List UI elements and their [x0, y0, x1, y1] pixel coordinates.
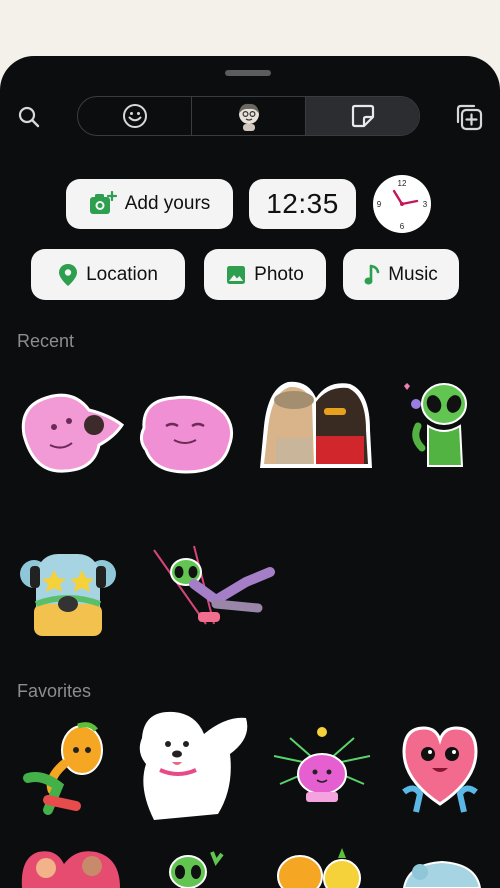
photo-sticker[interactable]: Photo	[204, 249, 326, 300]
location-label: Location	[86, 263, 158, 285]
search-icon	[18, 106, 40, 128]
sticker-pink-blob-2[interactable]	[134, 388, 238, 478]
camera-plus-icon	[89, 191, 117, 214]
clock-sticker[interactable]: 12 3 6 9	[373, 175, 431, 233]
sticker-alien-swing[interactable]	[146, 542, 276, 632]
sticker-alien-wave[interactable]	[398, 376, 480, 472]
sticker-fruit-friends[interactable]	[272, 848, 368, 888]
photo-icon	[227, 265, 246, 284]
clock-label-3: 3	[423, 200, 428, 209]
sticker-koala-headphones[interactable]	[12, 544, 124, 640]
time-sticker[interactable]: 12:35	[249, 179, 356, 229]
smiley-icon	[122, 104, 147, 128]
drag-handle[interactable]	[225, 70, 271, 76]
sticker-pink-blob-1[interactable]	[14, 385, 126, 477]
pink-blob-sticker-art	[21, 393, 125, 473]
clock-label-12: 12	[398, 179, 407, 188]
music-sticker[interactable]: Music	[343, 249, 459, 300]
sticker-alien-peace[interactable]	[154, 848, 226, 888]
tab-stickers[interactable]	[306, 97, 419, 135]
add-yours-label: Add yours	[124, 193, 211, 214]
search-button[interactable]	[14, 102, 44, 132]
music-label: Music	[388, 263, 438, 285]
sticker-friends-photo[interactable]	[258, 378, 374, 470]
koala-sticker-art	[20, 554, 116, 636]
favorites-section-title: Favorites	[17, 681, 92, 701]
sticker-tabs	[77, 96, 420, 136]
tab-emoji[interactable]	[78, 97, 192, 135]
location-pin-icon	[59, 263, 78, 286]
add-yours-sticker[interactable]: Add yours	[66, 179, 233, 229]
dog-sticker-art	[139, 711, 248, 820]
koala-peek-sticker-art	[402, 860, 482, 888]
clock-label-6: 6	[400, 222, 405, 231]
clock-face-icon: 12 3 6 9	[377, 179, 428, 231]
heart-sticker-art	[402, 726, 478, 813]
party-sticker-art	[21, 851, 120, 888]
music-note-icon	[364, 264, 380, 284]
fruit-sticker-art	[277, 848, 361, 888]
recent-section-title: Recent	[17, 331, 75, 351]
clock-label-9: 9	[377, 200, 382, 209]
add-to-collection-icon	[456, 104, 483, 131]
pink-spiky-sticker-art	[273, 727, 371, 802]
sticker-pink-heart[interactable]	[398, 722, 482, 816]
time-label: 12:35	[266, 188, 339, 219]
mango-sticker-art	[23, 722, 103, 815]
sticker-pink-spiky[interactable]	[270, 726, 374, 810]
sticker-mango-dance[interactable]	[18, 720, 112, 824]
sticker-party-people[interactable]	[16, 844, 124, 888]
photo-label: Photo	[254, 263, 304, 285]
alien-peace-sticker-art	[169, 851, 224, 888]
add-sticker-button[interactable]	[452, 100, 486, 134]
alien-sticker-art	[404, 383, 467, 467]
sticker-white-dog[interactable]	[134, 708, 254, 826]
sticker-icon	[351, 104, 374, 128]
avatar-icon	[238, 103, 259, 131]
pink-blob-sticker-art-2	[139, 395, 234, 474]
sticker-koala-peek[interactable]	[400, 856, 484, 888]
tab-avatar[interactable]	[192, 97, 306, 135]
location-sticker[interactable]: Location	[31, 249, 185, 300]
friends-photo-sticker-art	[260, 381, 372, 468]
alien-swing-sticker-art	[153, 545, 275, 625]
